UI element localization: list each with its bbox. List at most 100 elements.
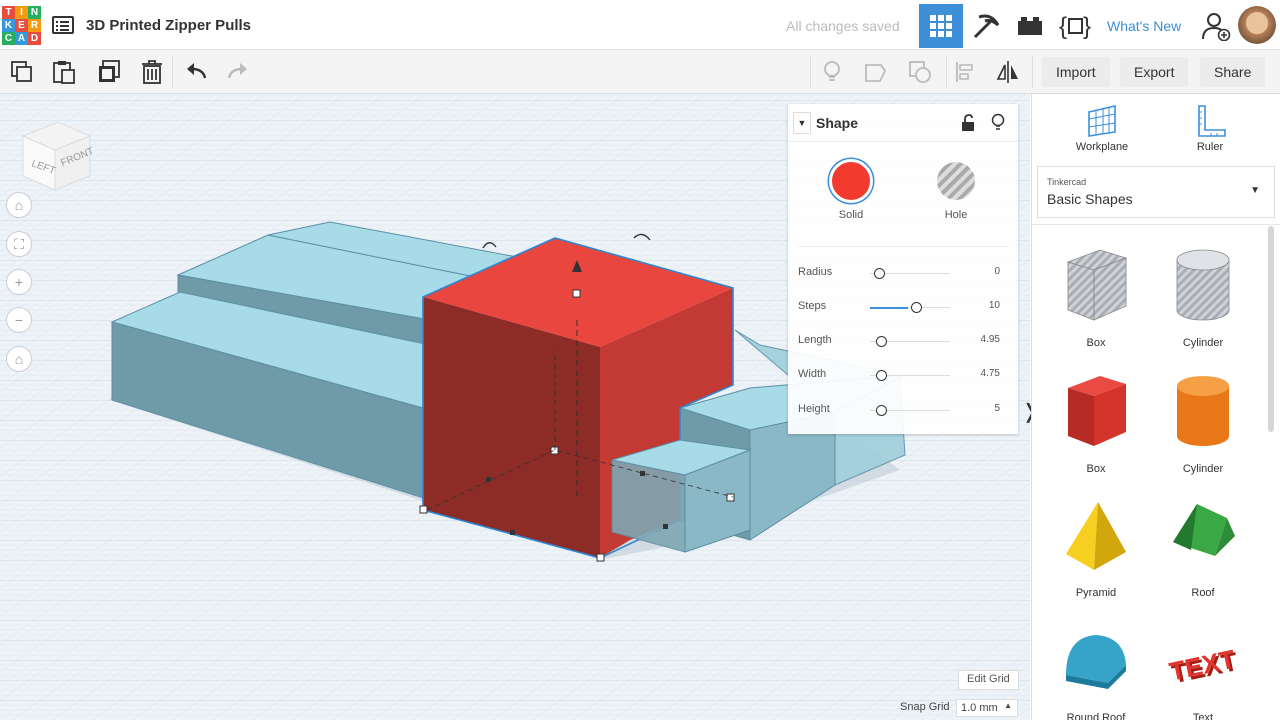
steps-property: Steps 10: [798, 298, 1010, 318]
export-button[interactable]: Export: [1120, 57, 1189, 87]
svg-text:{: {: [1059, 13, 1067, 40]
height-value[interactable]: 5: [994, 403, 1000, 414]
home-view-button[interactable]: ⌂: [6, 192, 32, 218]
radius-value[interactable]: 0: [994, 266, 1000, 277]
fit-view-button[interactable]: ⛶: [6, 231, 32, 257]
shape-cylinder[interactable]: Cylinder: [1153, 370, 1253, 475]
import-button[interactable]: Import: [1042, 57, 1110, 87]
shape-label: Roof: [1191, 587, 1215, 599]
pickaxe-icon: [973, 14, 1000, 39]
ruler-tool[interactable]: Ruler: [1170, 102, 1250, 153]
ruler-icon: [1198, 105, 1226, 137]
design-list-icon[interactable]: [52, 16, 74, 34]
shape-box-hole[interactable]: Box: [1046, 244, 1146, 349]
design-title[interactable]: 3D Printed Zipper Pulls: [86, 17, 251, 34]
inspector-header: ▼ Shape: [788, 104, 1018, 142]
solid-option[interactable]: Solid: [821, 159, 881, 221]
height-label: Height: [798, 403, 830, 415]
group-icon: [865, 64, 887, 82]
steps-value[interactable]: 10: [989, 300, 1000, 311]
svg-text:}: }: [1083, 13, 1091, 40]
paste-icon: [53, 61, 75, 84]
logo-letter: D: [28, 32, 41, 45]
codeblocks-button[interactable]: { }: [1054, 4, 1098, 48]
radius-property: Radius 0: [798, 264, 1010, 284]
shape-library-select[interactable]: Tinkercad Basic Shapes ▼: [1037, 166, 1275, 218]
paste-button[interactable]: [50, 58, 78, 86]
round-roof-icon: [1066, 635, 1126, 689]
ruler-label: Ruler: [1196, 141, 1224, 153]
home-icon: ⌂: [14, 197, 24, 213]
shape-roof[interactable]: Roof: [1153, 494, 1253, 599]
edit-toolbar: Import Export Share: [0, 50, 1280, 94]
blocks-button[interactable]: [964, 4, 1008, 48]
fit-icon: ⛶: [14, 235, 24, 252]
shape-round-roof[interactable]: Round Roof: [1046, 619, 1146, 720]
minus-icon: −: [14, 312, 24, 328]
ungroup-button[interactable]: [906, 58, 934, 86]
text-3d-icon: TEXT TEXT: [1167, 644, 1239, 690]
invite-user-button[interactable]: [1194, 4, 1238, 48]
grid-icon: [930, 15, 952, 37]
radius-slider[interactable]: [874, 268, 885, 279]
delete-button[interactable]: [138, 58, 166, 86]
solid-color-swatch[interactable]: [829, 159, 873, 203]
edit-grid-button[interactable]: Edit Grid: [958, 670, 1019, 690]
copy-icon: [11, 61, 32, 82]
caret-up-icon: ▲: [1004, 701, 1012, 710]
steps-slider[interactable]: [911, 302, 922, 313]
duplicate-button[interactable]: [95, 58, 123, 86]
redo-button[interactable]: [224, 58, 252, 86]
panel-scrollbar[interactable]: [1268, 226, 1274, 432]
lightbulb-icon[interactable]: [990, 113, 1006, 133]
zoom-in-button[interactable]: +: [6, 269, 32, 295]
shape-label: Round Roof: [1066, 712, 1126, 720]
cylinder-icon: [1177, 376, 1229, 446]
steps-label: Steps: [798, 300, 827, 312]
length-value[interactable]: 4.95: [981, 334, 1000, 345]
height-slider[interactable]: [876, 405, 887, 416]
undo-button[interactable]: [182, 58, 210, 86]
logo-letter: T: [2, 6, 15, 19]
length-slider[interactable]: [876, 336, 887, 347]
collapse-inspector-button[interactable]: ▼: [793, 112, 811, 134]
copy-button[interactable]: [8, 58, 36, 86]
hole-option[interactable]: Hole: [926, 159, 986, 221]
mirror-button[interactable]: [994, 58, 1022, 86]
width-value[interactable]: 4.75: [981, 368, 1000, 379]
tinkercad-logo[interactable]: T I N K E R C A D: [2, 6, 42, 46]
workplane-tool[interactable]: Workplane: [1062, 102, 1142, 153]
shape-text[interactable]: TEXT TEXT Text: [1153, 619, 1253, 720]
ungroup-icon: [909, 61, 931, 83]
shape-label: Pyramid: [1075, 587, 1117, 599]
bricks-button[interactable]: [1008, 4, 1052, 48]
mirror-icon: [996, 61, 1018, 83]
hole-label: Hole: [944, 209, 968, 221]
snap-grid-select[interactable]: 1.0 mm ▲: [956, 699, 1018, 717]
lock-icon[interactable]: [960, 114, 976, 132]
shape-pyramid[interactable]: Pyramid: [1046, 494, 1146, 599]
top-bar: T I N K E R C A D 3D Printed Zipper Pull…: [0, 0, 1280, 50]
share-button[interactable]: Share: [1200, 57, 1266, 87]
shape-cylinder-hole[interactable]: Cylinder: [1153, 244, 1253, 349]
group-button[interactable]: [862, 58, 890, 86]
zoom-out-button[interactable]: −: [6, 307, 32, 333]
projection-button[interactable]: ⌂: [6, 346, 32, 372]
hole-swatch[interactable]: [937, 162, 975, 200]
3d-view-button[interactable]: [919, 4, 963, 48]
show-notes-button[interactable]: [818, 58, 846, 86]
align-icon: [956, 62, 973, 82]
align-button[interactable]: [952, 58, 980, 86]
logo-letter: I: [15, 6, 28, 19]
width-slider[interactable]: [876, 370, 887, 381]
shape-label: Cylinder: [1182, 337, 1224, 349]
whats-new-link[interactable]: What's New: [1107, 18, 1181, 34]
shape-label: Box: [1086, 337, 1106, 349]
shape-box[interactable]: Box: [1046, 370, 1146, 475]
pyramid-icon: [1066, 502, 1126, 570]
cylinder-hole-icon: [1176, 249, 1230, 321]
avatar[interactable]: [1238, 6, 1276, 44]
logo-letter: N: [28, 6, 41, 19]
logo-letter: R: [28, 19, 41, 32]
view-cube[interactable]: LEFT FRONT: [18, 118, 96, 194]
